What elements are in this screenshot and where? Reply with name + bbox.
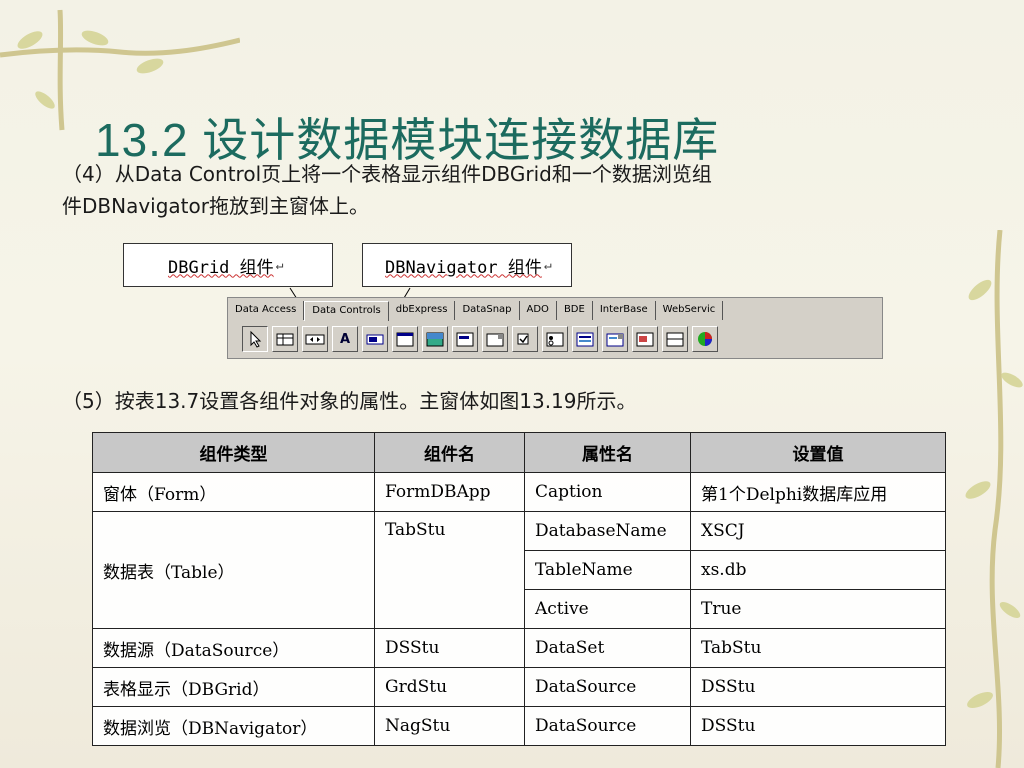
property-table: 组件类型 组件名 属性名 设置值 窗体（Form） FormDBApp Capt…	[92, 432, 946, 746]
tab-ado[interactable]: ADO	[520, 301, 557, 320]
component-palette: Data Access Data Controls dbExpress Data…	[227, 297, 883, 359]
return-mark-icon: ↵	[275, 257, 284, 273]
cell-prop: DataSet	[524, 628, 691, 668]
cell-name: GrdStu	[374, 667, 525, 707]
cell-prop: TableName	[524, 550, 691, 590]
table-header-row: 组件类型 组件名 属性名 设置值	[92, 432, 946, 473]
cell-type: 数据源（DataSource）	[92, 628, 375, 668]
cell-value: XSCJ	[690, 511, 946, 551]
header-property-name: 属性名	[524, 432, 691, 473]
tab-data-access[interactable]: Data Access	[228, 301, 305, 320]
step-4-line-1: （4）从Data Control页上将一个表格显示组件DBGrid和一个数据浏览…	[62, 162, 712, 186]
tab-dbexpress[interactable]: dbExpress	[389, 301, 456, 320]
dbedit-icon[interactable]	[362, 326, 388, 352]
cell-prop: DataSource	[524, 667, 691, 707]
tab-interbase[interactable]: InterBase	[593, 301, 656, 320]
cell-value: TabStu	[690, 628, 946, 668]
dbctrlgrid-icon[interactable]	[662, 326, 688, 352]
dbrichedit-icon[interactable]	[632, 326, 658, 352]
tab-datasnap[interactable]: DataSnap	[455, 301, 520, 320]
dbtext-icon[interactable]: A	[332, 326, 358, 352]
dbcombobox-icon[interactable]	[482, 326, 508, 352]
cell-type: 数据浏览（DBNavigator）	[92, 706, 375, 746]
step-4-line-2: 件DBNavigator拖放到主窗体上。	[62, 194, 369, 218]
dbcheckbox-icon[interactable]	[512, 326, 538, 352]
pointer-icon[interactable]	[242, 326, 268, 352]
step-4-paragraph: （4）从Data Control页上将一个表格显示组件DBGrid和一个数据浏览…	[62, 158, 962, 222]
palette-tabs: Data Access Data Controls dbExpress Data…	[228, 298, 882, 321]
cell-name: NagStu	[374, 706, 525, 746]
cell-name-text: TabStu	[385, 520, 446, 540]
table-row: 数据浏览（DBNavigator） NagStu DataSource DSSt…	[92, 706, 946, 746]
dbmemo-icon[interactable]	[392, 326, 418, 352]
header-component-name: 组件名	[374, 432, 525, 473]
dbimage-icon[interactable]	[422, 326, 448, 352]
tab-data-controls[interactable]: Data Controls	[304, 301, 389, 321]
cell-name: DSStu	[374, 628, 525, 668]
dbgrid-callout: DBGrid 组件 ↵	[123, 243, 333, 287]
dbnavigator-callout: DBNavigator 组件 ↵	[362, 243, 572, 287]
cell-prop: Active	[524, 589, 691, 629]
table-row: 窗体（Form） FormDBApp Caption 第1个Delphi数据库应…	[92, 472, 946, 512]
cell-prop: DataSource	[524, 706, 691, 746]
dblookupcombobox-icon[interactable]	[602, 326, 628, 352]
table-row: 数据表（Table） TabStu DatabaseName XSCJ	[92, 511, 946, 629]
vine-decoration-right	[965, 230, 1023, 768]
cell-value: xs.db	[690, 550, 946, 590]
cell-name: TabStu	[374, 511, 525, 629]
dblookuplistbox-icon[interactable]	[572, 326, 598, 352]
step-5-paragraph: （5）按表13.7设置各组件对象的属性。主窗体如图13.19所示。	[62, 389, 637, 413]
header-component-type: 组件类型	[92, 432, 375, 473]
header-value: 设置值	[690, 432, 946, 473]
dbgrid-callout-label: DBGrid 组件	[168, 257, 274, 278]
tab-bde[interactable]: BDE	[557, 301, 593, 320]
cell-value: DSStu	[690, 706, 946, 746]
cell-type: 窗体（Form）	[92, 472, 375, 512]
dbgrid-icon[interactable]	[272, 326, 298, 352]
cell-type: 表格显示（DBGrid）	[92, 667, 375, 707]
dblistbox-icon[interactable]	[452, 326, 478, 352]
dbnavigator-callout-label: DBNavigator 组件	[385, 257, 542, 278]
cell-value: DSStu	[690, 667, 946, 707]
dbnavigator-icon[interactable]	[302, 326, 328, 352]
cell-name: FormDBApp	[374, 472, 525, 512]
cell-prop: Caption	[524, 472, 691, 512]
table-row: 数据源（DataSource） DSStu DataSet TabStu	[92, 628, 946, 668]
dbradiogroup-icon[interactable]	[542, 326, 568, 352]
cell-prop: DatabaseName	[524, 511, 691, 551]
cell-value: True	[690, 589, 946, 629]
palette-icons: A	[228, 320, 882, 352]
table-row: 表格显示（DBGrid） GrdStu DataSource DSStu	[92, 667, 946, 707]
cell-value: 第1个Delphi数据库应用	[690, 472, 946, 512]
return-mark-icon: ↵	[543, 257, 552, 273]
cell-type: 数据表（Table）	[92, 511, 375, 629]
dbchart-icon[interactable]	[692, 326, 718, 352]
tab-webservices[interactable]: WebServic	[656, 301, 724, 320]
